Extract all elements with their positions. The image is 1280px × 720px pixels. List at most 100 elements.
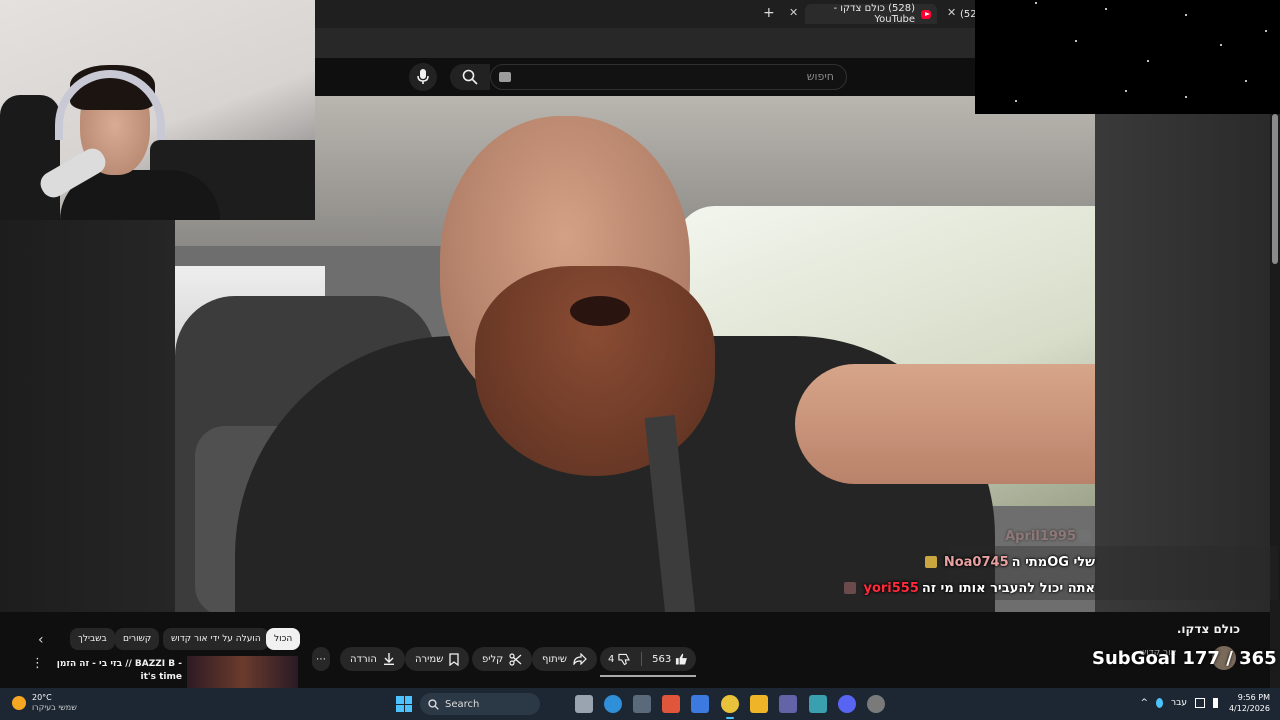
star <box>1185 14 1187 16</box>
chip-for-you[interactable]: בשבילך <box>70 628 115 650</box>
copilot-icon[interactable] <box>662 695 680 713</box>
more-icon: ⋯ <box>316 653 326 665</box>
star <box>1220 44 1222 46</box>
windows-taskbar: 20°C שמשי בעיקרו Search ^ עבר 9:56 PM 4/… <box>0 688 1280 720</box>
left-ambient-panel <box>0 220 175 612</box>
video-title: כולם צדקו. <box>1176 622 1240 636</box>
download-button[interactable]: הורדה <box>340 647 405 671</box>
taskbar-search[interactable]: Search <box>420 693 540 715</box>
voice-search-button[interactable] <box>409 63 437 91</box>
tab-youtube-second[interactable]: (528 <box>960 4 975 24</box>
chat-message: Noa0745 שלי OGמתי ה <box>924 553 1095 571</box>
star <box>1125 90 1127 92</box>
edge-browser-icon[interactable] <box>604 695 622 713</box>
mic-tray-icon[interactable] <box>1156 698 1164 708</box>
chat-username: April1995 <box>1005 528 1076 544</box>
clock-date: 4/12/2026 <box>1228 704 1270 713</box>
tab-youtube-active[interactable]: (528) כולם צדקו - YouTube <box>805 3 937 25</box>
thumbs-down-icon[interactable] <box>618 652 631 666</box>
scrollbar-thumb[interactable] <box>1272 114 1278 264</box>
file-explorer-icon[interactable] <box>750 695 768 713</box>
more-actions-button[interactable]: ⋯ <box>312 647 330 671</box>
store-icon[interactable] <box>633 695 651 713</box>
star <box>1035 2 1037 4</box>
task-view-icon[interactable] <box>575 695 593 713</box>
search-icon <box>428 698 439 710</box>
chrome-active-indicator <box>726 717 734 719</box>
like-dislike-group: 4 563 <box>600 647 696 671</box>
chrome-icon[interactable] <box>721 695 739 713</box>
system-tray: ^ עבר 9:56 PM 4/12/2026 <box>1141 692 1271 714</box>
streamer-webcam <box>0 0 315 220</box>
chip-all[interactable]: הכול <box>266 628 301 650</box>
obs-icon[interactable] <box>867 695 885 713</box>
taskbar-search-label: Search <box>445 698 480 710</box>
save-button[interactable]: שמירה <box>405 647 470 671</box>
network-icon[interactable] <box>1194 698 1205 708</box>
search-button[interactable] <box>450 64 490 90</box>
stream-chat-overlay: April1995 Noa0745 שלי OGמתי ה yori555 את… <box>844 522 1278 600</box>
star <box>1265 30 1267 32</box>
chat-avatar-icon <box>1079 530 1091 542</box>
chat-username: yori555 <box>863 580 919 596</box>
chat-username: Noa0745 <box>943 554 1009 570</box>
windows-start-icon[interactable] <box>396 696 412 712</box>
right-ambient-panel <box>1095 114 1270 612</box>
search-placeholder: חיפוש <box>806 70 834 83</box>
star <box>1105 8 1107 10</box>
search-icon <box>462 69 478 85</box>
chat-text: שלי OGמתי ה <box>1011 554 1095 570</box>
suggestion-menu-button[interactable]: ⋮ <box>31 656 44 671</box>
video-frame-person-arm <box>795 364 1095 484</box>
star <box>1185 96 1187 98</box>
video-frame-person-mouth <box>570 296 630 326</box>
dislike-count: 4 <box>608 653 615 665</box>
tray-chevron-icon[interactable]: ^ <box>1141 698 1149 708</box>
star <box>1147 60 1149 62</box>
search-input[interactable]: חיפוש <box>490 64 847 90</box>
sun-icon <box>12 696 26 710</box>
language-indicator[interactable]: עבר <box>1171 698 1187 708</box>
save-label: שמירה <box>415 653 444 665</box>
like-divider <box>641 652 643 666</box>
tab-close-icon[interactable]: ✕ <box>789 6 798 19</box>
tab-close-icon[interactable]: ✕ <box>947 6 956 19</box>
clip-button[interactable]: קליפ <box>472 647 533 671</box>
share-icon <box>573 653 587 665</box>
like-count: 563 <box>652 653 672 665</box>
suggestion-title[interactable]: בזי בי - זה הזמן // BAZZI B - it's time <box>45 658 182 684</box>
m365-icon[interactable] <box>691 695 709 713</box>
tab-title: (528) כולם צדקו - YouTube <box>833 3 916 25</box>
star <box>1015 100 1017 102</box>
discord-icon[interactable] <box>838 695 856 713</box>
chat-text: אתה יכול להעביר אותו מי זה <box>921 580 1095 596</box>
chips-scroll-left-button[interactable]: ‹ <box>38 632 44 648</box>
app-icon[interactable] <box>809 695 827 713</box>
weather-description: שמשי בעיקרו <box>32 703 77 712</box>
sub-goal-overlay: SubGoal 177 / 365 <box>1092 648 1277 669</box>
chip-related[interactable]: קשורים <box>115 628 160 650</box>
clock-time: 9:56 PM <box>1237 693 1270 702</box>
weather-temperature: 20°C <box>32 693 52 702</box>
keyboard-icon[interactable] <box>499 72 511 82</box>
thumbs-up-icon[interactable] <box>675 652 688 666</box>
scissors-icon <box>509 652 522 666</box>
tab-title: (528 <box>960 8 975 20</box>
volume-icon[interactable] <box>1212 698 1221 708</box>
star <box>1245 80 1247 82</box>
microphone-icon <box>417 69 429 84</box>
download-icon <box>383 653 394 665</box>
chip-uploaded-by[interactable]: הועלה על ידי אור קדוש <box>163 628 269 650</box>
teams-icon[interactable] <box>779 695 797 713</box>
suggestion-thumbnail[interactable] <box>187 656 298 690</box>
share-button[interactable]: שיתוף <box>532 647 598 671</box>
bookmark-icon <box>449 652 459 666</box>
address-bar[interactable] <box>315 28 975 58</box>
star <box>1075 40 1077 42</box>
new-tab-button[interactable]: + <box>763 5 775 21</box>
youtube-header: חיפוש <box>315 58 975 96</box>
like-ratio-bar <box>600 675 696 677</box>
weather-widget[interactable]: 20°C שמשי בעיקרו <box>12 693 77 713</box>
download-label: הורדה <box>350 653 377 665</box>
clock[interactable]: 9:56 PM 4/12/2026 <box>1229 692 1270 714</box>
